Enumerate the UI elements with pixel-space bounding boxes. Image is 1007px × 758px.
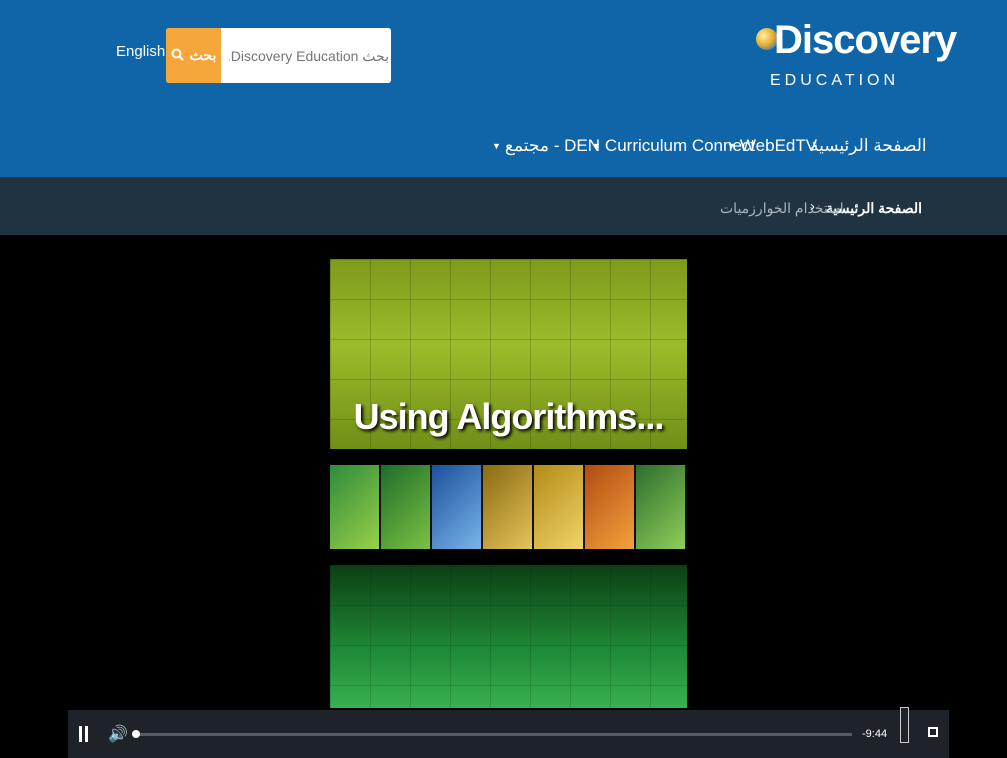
fullscreen-corner [932, 731, 938, 737]
video-frame[interactable]: Using Algorithms... [330, 259, 687, 708]
search-icon [171, 48, 184, 64]
video-frame-title: Using Algorithms... [353, 396, 665, 437]
time-remaining: -9:44 [862, 728, 888, 740]
logo-sub-text: EDUCATION [770, 72, 900, 89]
volume-icon[interactable]: 🔊 [108, 724, 128, 744]
nav-home-label: الصفحة الرئيسية [810, 136, 927, 155]
pause-icon [85, 726, 88, 742]
progress-track[interactable] [134, 733, 852, 736]
volume-slider[interactable] [900, 707, 909, 743]
pause-icon [79, 726, 82, 742]
search-input[interactable] [221, 28, 391, 83]
nav-home[interactable]: الصفحة الرئيسية [810, 134, 927, 158]
breadcrumb-current: استخدام الخوارزميات [720, 200, 844, 216]
logo-main-text: Discovery [774, 18, 957, 62]
fullscreen-icon[interactable] [928, 727, 938, 737]
progress-thumb[interactable] [132, 730, 140, 738]
nav-curriculum-connect[interactable]: ▼ Curriculum Connect [592, 134, 755, 158]
nav-curriculum-connect-label: Curriculum Connect [604, 136, 756, 155]
search-box: بحث [166, 28, 391, 83]
search-button-label: بحث [189, 47, 217, 63]
search-button[interactable]: بحث [166, 28, 221, 83]
site-header: English بحث Discovery EDUCATION الصفحة ا… [0, 0, 1007, 177]
video-controls: 🔊 -9:44 [68, 707, 949, 758]
language-link[interactable]: English [116, 43, 165, 60]
pause-button[interactable] [79, 726, 89, 742]
chevron-down-icon: ▼ [492, 141, 501, 151]
discovery-education-logo[interactable]: Discovery EDUCATION [756, 18, 957, 94]
nav-den-community[interactable]: ▼ مجتمع - DEN [492, 134, 600, 158]
nav-den-community-label: مجتمع - DEN [504, 136, 601, 155]
video-frame-strip [330, 465, 687, 549]
video-frame-bottom [330, 565, 687, 708]
